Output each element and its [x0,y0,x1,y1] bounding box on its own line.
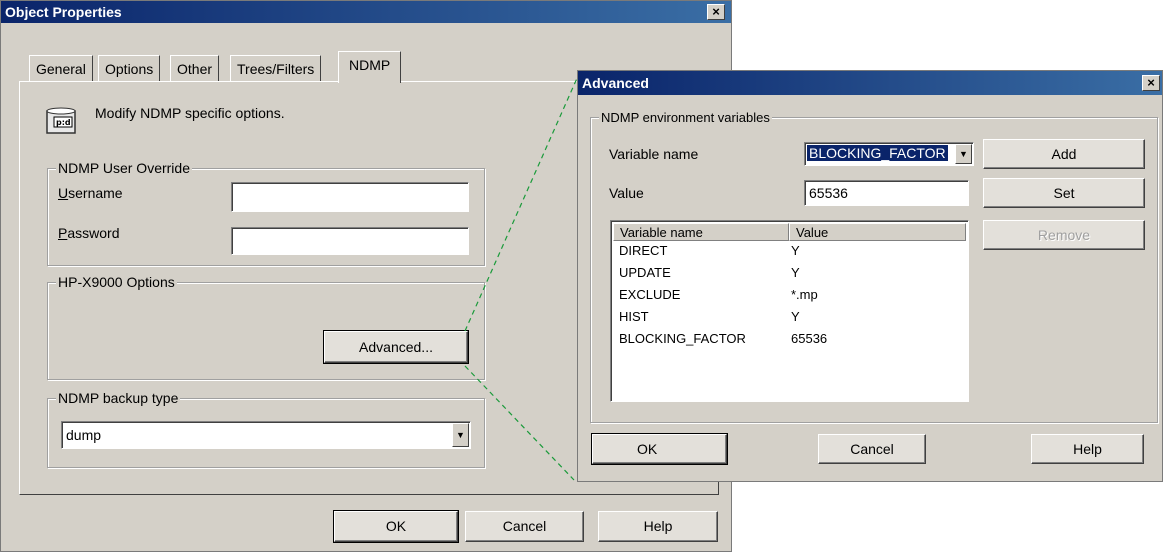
variable-name-label: Variable name [609,146,699,162]
close-icon[interactable]: × [1142,75,1160,91]
column-header-value[interactable]: Value [789,223,966,241]
list-item-value: *.mp [791,287,818,302]
tab-general[interactable]: General [29,55,93,81]
user-override-label: NDMP User Override [56,160,192,176]
tab-other[interactable]: Other [170,55,220,81]
advanced-dialog: Advanced × NDMP environment variables Va… [577,70,1163,482]
variable-name-selected: BLOCKING_FACTOR [807,145,948,161]
object-properties-titlebar[interactable]: Object Properties [1,1,731,23]
advanced-button[interactable]: Advanced... [323,330,469,364]
list-item-name: HIST [619,309,649,324]
backup-type-value: dump [66,427,102,443]
list-item-name: UPDATE [619,265,671,280]
value-input[interactable]: 65536 [804,180,969,206]
dialog-title: Object Properties [5,4,122,20]
password-label: Password [58,225,119,241]
username-label-rest: sername [68,185,123,201]
username-input[interactable] [231,182,469,212]
cancel-button[interactable]: Cancel [465,511,584,542]
list-item-name: DIRECT [619,243,668,258]
list-item[interactable]: DIRECT Y [619,241,959,261]
list-item-value: 65536 [791,331,828,346]
advanced-titlebar[interactable]: Advanced [578,71,1162,95]
column-header-variable-name[interactable]: Variable name [613,223,789,241]
advanced-title: Advanced [582,75,649,91]
ndmp-server-icon: p:d [45,107,79,137]
password-accel: P [58,225,68,241]
backup-type-label: NDMP backup type [56,390,181,406]
list-item-value: Y [791,309,800,324]
remove-button[interactable]: Remove [983,220,1145,250]
cancel-button[interactable]: Cancel [818,434,926,464]
username-accel: U [58,185,69,201]
list-item-value: Y [791,265,800,280]
ndmp-description: Modify NDMP specific options. [95,105,285,121]
chevron-down-icon[interactable]: ▼ [955,144,972,164]
set-button[interactable]: Set [983,178,1145,208]
list-item[interactable]: BLOCKING_FACTOR 65536 [619,329,959,349]
hp-options-label: HP-X9000 Options [56,274,177,290]
chevron-down-icon[interactable]: ▼ [452,423,469,447]
list-item[interactable]: EXCLUDE *.mp [619,285,959,305]
list-item-name: BLOCKING_FACTOR [619,331,746,346]
close-icon[interactable]: × [707,4,725,20]
help-button[interactable]: Help [598,511,718,542]
tab-trees-filters[interactable]: Trees/Filters [230,55,322,81]
password-label-rest: assword [67,225,120,241]
backup-type-select[interactable]: dump ▼ [61,421,471,449]
list-item[interactable]: UPDATE Y [619,263,959,283]
svg-text:p:d: p:d [56,118,71,127]
username-label: Username [58,185,123,201]
ok-button[interactable]: OK [591,433,728,465]
env-variables-list[interactable]: Variable name Value DIRECT Y UPDATE Y EX… [610,220,969,402]
list-item[interactable]: HIST Y [619,307,959,327]
user-override-group: NDMP User Override Username Password [47,160,485,266]
tab-ndmp[interactable]: NDMP [338,51,402,83]
list-item-name: EXCLUDE [619,287,681,302]
password-input[interactable] [231,227,469,255]
ok-button[interactable]: OK [333,510,459,543]
variable-name-select[interactable]: BLOCKING_FACTOR ▼ [804,142,974,166]
tab-options[interactable]: Options [98,55,161,81]
add-button[interactable]: Add [983,139,1145,169]
list-item-value: Y [791,243,800,258]
help-button[interactable]: Help [1031,434,1144,464]
value-label: Value [609,185,644,201]
env-variables-label: NDMP environment variables [599,110,772,125]
